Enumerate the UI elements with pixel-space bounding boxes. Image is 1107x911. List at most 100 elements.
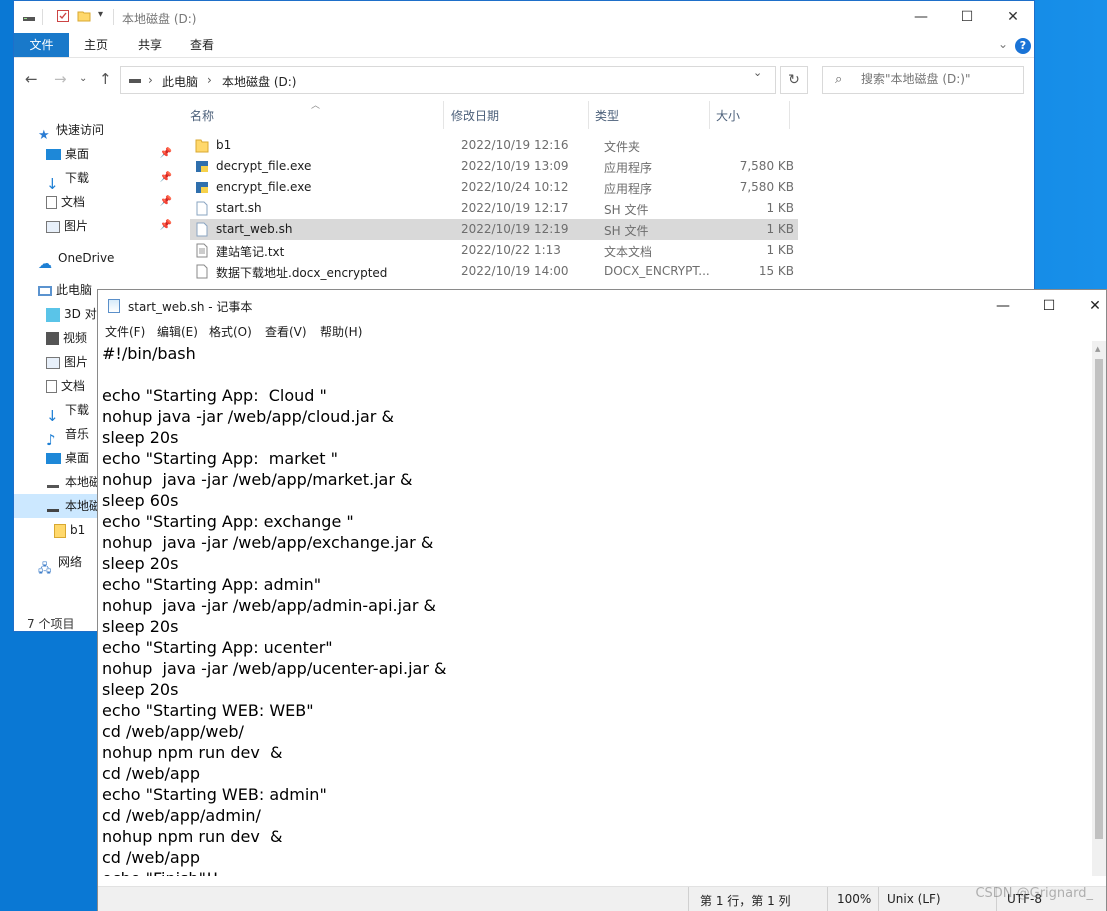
properties-icon[interactable]	[56, 9, 70, 23]
nav-label: 图片	[64, 219, 89, 233]
file-row[interactable]: start.sh 2022/10/19 12:17 SH 文件 1 KB	[190, 198, 798, 219]
nav-label: 视频	[63, 331, 88, 345]
minimize-button[interactable]: —	[980, 290, 1026, 321]
help-icon[interactable]: ?	[1015, 38, 1031, 54]
close-button[interactable]: ✕	[990, 1, 1034, 33]
menu-view[interactable]: 查看(V)	[265, 323, 307, 340]
breadcrumb-drive[interactable]: 本地磁盘 (D:)	[222, 73, 296, 90]
file-type: DOCX_ENCRYPT...	[604, 264, 710, 278]
nav-this-pc[interactable]: 此电脑	[38, 278, 92, 302]
sort-ascending-icon: ︿	[311, 101, 321, 111]
search-box[interactable]: ⌕	[822, 66, 1024, 94]
tab-view[interactable]: 查看	[180, 33, 224, 57]
notepad-statusbar: 第 1 行，第 1 列 100% Unix (LF) UTF-8	[98, 886, 1106, 911]
search-input[interactable]	[859, 71, 1023, 87]
search-icon: ⌕	[835, 72, 843, 87]
nav-network[interactable]: 🖧 网络	[38, 550, 82, 575]
minimize-button[interactable]: —	[898, 1, 944, 33]
drive-icon	[129, 79, 141, 83]
back-button[interactable]: ←	[25, 70, 38, 88]
scrollbar-thumb[interactable]	[1095, 359, 1103, 839]
editor-line: sleep 60s	[102, 491, 179, 510]
nav-quick-access[interactable]: ★ 快速访问	[38, 118, 104, 143]
menu-edit[interactable]: 编辑(E)	[157, 323, 198, 340]
file-type: 应用程序	[604, 161, 653, 175]
file-row[interactable]: encrypt_file.exe 2022/10/24 10:12 应用程序 7…	[190, 177, 798, 198]
close-button[interactable]: ✕	[1072, 290, 1107, 321]
network-icon: 🖧	[38, 560, 52, 575]
file-row[interactable]: 建站笔记.txt 2022/10/22 1:13 文本文档 1 KB	[190, 240, 798, 261]
menu-file[interactable]: 文件(F)	[105, 323, 145, 340]
menu-format[interactable]: 格式(O)	[209, 323, 252, 340]
editor-line: cd /web/app/web/	[102, 722, 244, 741]
nav-onedrive[interactable]: ☁ OneDrive	[38, 246, 114, 272]
computer-icon	[38, 285, 52, 296]
python-exe-icon	[196, 161, 208, 172]
drive-icon	[46, 476, 61, 490]
file-date: 2022/10/19 12:17	[461, 201, 569, 215]
file-size: 15 KB	[758, 264, 794, 278]
explorer-title: 本地磁盘 (D:)	[122, 12, 197, 26]
customize-qa-dropdown[interactable]: ▾	[98, 9, 103, 20]
column-type[interactable]: 类型	[595, 107, 619, 127]
tab-share[interactable]: 共享	[128, 33, 172, 57]
file-size: 1 KB	[766, 243, 794, 257]
column-date[interactable]: 修改日期	[451, 107, 499, 127]
file-date: 2022/10/19 12:19	[461, 222, 569, 236]
nav-pc-documents[interactable]: 文档	[46, 374, 85, 398]
forward-button[interactable]: →	[54, 70, 67, 88]
text-editor-area[interactable]: #!/bin/bash echo "Starting App: Cloud " no…	[98, 341, 1094, 876]
nav-downloads[interactable]: ↓ 下载 📌	[46, 166, 172, 193]
pin-icon[interactable]: 📌	[160, 214, 172, 238]
file-size: 1 KB	[766, 222, 794, 236]
nav-music[interactable]: ♪ 音乐	[46, 422, 89, 449]
file-row[interactable]: decrypt_file.exe 2022/10/19 13:09 应用程序 7…	[190, 156, 798, 177]
breadcrumb-this-pc[interactable]: 此电脑	[162, 73, 198, 90]
up-button[interactable]: ↑	[99, 70, 112, 88]
address-bar[interactable]: › 此电脑 › 本地磁盘 (D:)	[120, 66, 776, 94]
nav-pc-pictures[interactable]: 图片	[46, 350, 88, 374]
pin-icon[interactable]: 📌	[160, 166, 172, 190]
tab-file[interactable]: 文件	[14, 33, 69, 57]
nav-videos[interactable]: 视频	[46, 326, 87, 350]
file-row[interactable]: b1 2022/10/19 12:16 文件夹	[190, 135, 798, 156]
nav-pc-downloads[interactable]: ↓ 下载	[46, 398, 89, 425]
nav-3d-objects[interactable]: 3D 对	[46, 302, 97, 326]
vertical-scrollbar[interactable]: ▲	[1092, 341, 1106, 876]
picture-icon	[46, 220, 60, 233]
download-icon: ↓	[46, 406, 59, 425]
new-folder-icon[interactable]	[77, 9, 91, 23]
menu-help[interactable]: 帮助(H)	[320, 323, 362, 340]
pin-icon[interactable]: 📌	[160, 190, 172, 214]
expand-ribbon-icon[interactable]: ⌄	[998, 37, 1008, 51]
cursor-position: 第 1 行，第 1 列	[700, 894, 791, 908]
maximize-button[interactable]: ☐	[1026, 290, 1072, 321]
nav-desktop[interactable]: 桌面 📌	[46, 142, 172, 166]
file-type: 应用程序	[604, 182, 653, 196]
editor-line: echo "Starting WEB: admin"	[102, 785, 327, 804]
file-row-selected[interactable]: start_web.sh 2022/10/19 12:19 SH 文件 1 KB	[190, 219, 798, 240]
file-row[interactable]: 数据下载地址.docx_encrypted 2022/10/19 14:00 D…	[190, 261, 798, 282]
maximize-button[interactable]: ☐	[944, 1, 990, 33]
file-date: 2022/10/22 1:13	[461, 243, 561, 257]
file-date: 2022/10/24 10:12	[461, 180, 569, 194]
nav-b1[interactable]: b1	[54, 518, 85, 542]
column-name[interactable]: 名称	[190, 107, 214, 127]
notepad-icon	[108, 299, 120, 313]
nav-pc-desktop[interactable]: 桌面	[46, 446, 89, 470]
recent-locations-icon[interactable]: ⌄	[79, 73, 87, 84]
scroll-up-icon[interactable]: ▲	[1095, 345, 1100, 353]
pin-icon[interactable]: 📌	[160, 142, 172, 166]
nav-local-disk[interactable]: 本地磁	[46, 470, 101, 494]
nav-label: b1	[70, 523, 86, 537]
refresh-button[interactable]: ↻	[780, 66, 808, 94]
nav-pictures[interactable]: 图片 📌	[46, 214, 172, 238]
music-icon: ♪	[46, 430, 56, 449]
address-dropdown-icon[interactable]: ⌄	[753, 66, 762, 79]
column-size[interactable]: 大小	[716, 107, 740, 127]
editor-line: nohup java -jar /web/app/cloud.jar &	[102, 407, 394, 426]
nav-local-disk-d[interactable]: 本地磁	[14, 494, 101, 518]
tab-home[interactable]: 主页	[74, 33, 118, 57]
editor-line: nohup java -jar /web/app/exchange.jar &	[102, 533, 434, 552]
nav-documents[interactable]: 文档 📌	[46, 190, 172, 214]
